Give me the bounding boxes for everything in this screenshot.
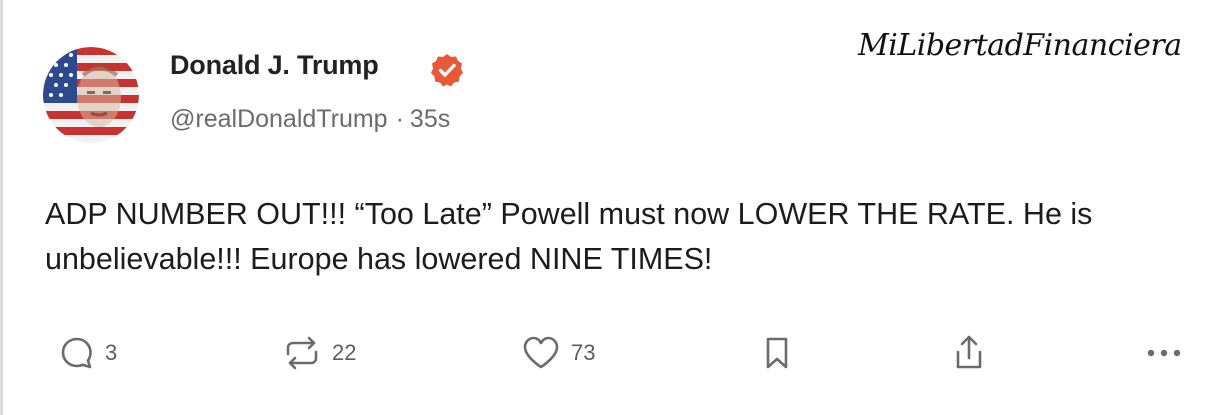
bookmark-button[interactable] bbox=[761, 330, 793, 376]
post-card: Donald J. Trump @realDonaldTrump · 35s MiL… bbox=[0, 0, 1230, 415]
repost-count: 22 bbox=[332, 340, 357, 365]
share-icon bbox=[956, 335, 982, 369]
repost-button[interactable]: 22 bbox=[282, 330, 356, 376]
more-button[interactable] bbox=[1143, 330, 1187, 376]
timestamp[interactable]: 35s bbox=[410, 105, 450, 133]
avatar-flag-portrait-icon bbox=[43, 47, 139, 143]
separator-dot: · bbox=[395, 105, 404, 133]
handle-row: @realDonaldTrump · 35s bbox=[170, 105, 450, 134]
action-bar: 3 22 73 bbox=[3, 330, 1230, 380]
more-icon bbox=[1147, 349, 1181, 357]
reply-count: 3 bbox=[105, 340, 118, 365]
watermark: MiLibertadFinanciera bbox=[858, 28, 1182, 63]
verified-badge-icon bbox=[431, 54, 463, 87]
reply-icon bbox=[61, 337, 92, 369]
repost-icon bbox=[286, 336, 318, 370]
reply-button[interactable]: 3 bbox=[59, 330, 117, 376]
share-button[interactable] bbox=[951, 330, 987, 376]
like-count: 73 bbox=[571, 340, 596, 365]
heart-icon bbox=[523, 336, 559, 369]
like-button[interactable]: 73 bbox=[521, 330, 595, 376]
avatar[interactable] bbox=[43, 47, 139, 143]
handle[interactable]: @realDonaldTrump bbox=[170, 105, 388, 133]
bookmark-icon bbox=[766, 337, 788, 369]
display-name[interactable]: Donald J. Trump bbox=[170, 50, 379, 81]
post-text: ADP NUMBER OUT!!! “Too Late” Powell must… bbox=[45, 197, 1093, 276]
